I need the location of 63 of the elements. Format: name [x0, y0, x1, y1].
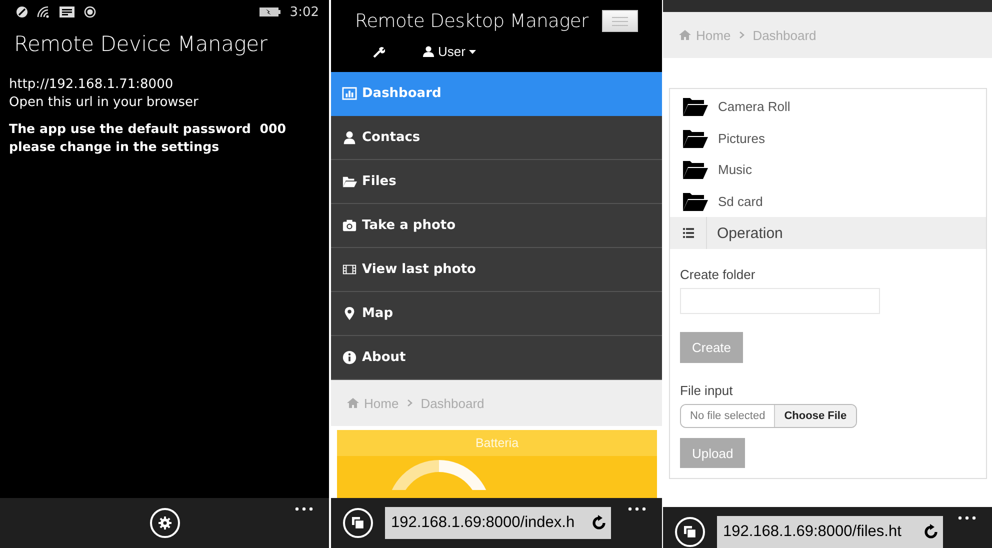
app-title: Remote Device Manager [14, 32, 268, 56]
folder-name-field[interactable] [680, 288, 880, 314]
site-title: Remote Desktop Manager [355, 10, 588, 32]
status-time: 3:02 [290, 4, 319, 20]
password-notice: The app use the default password 000 please change in the settings [9, 120, 287, 156]
list-icon [682, 228, 694, 238]
more-icon[interactable] [958, 516, 976, 520]
map-pin-icon [342, 306, 357, 321]
nav-item[interactable]: Map [331, 292, 662, 336]
more-icon[interactable] [628, 507, 646, 511]
card-title: Batteria [337, 430, 657, 456]
folder-icon [682, 96, 708, 118]
battery-icon [258, 6, 281, 18]
folder-icon [682, 159, 708, 180]
chevron-icon [406, 399, 413, 407]
gear-icon [158, 516, 172, 530]
folder-item[interactable]: Pictures [682, 122, 986, 154]
tabs-button[interactable] [675, 517, 705, 547]
section-title: Operation [716, 224, 783, 244]
sync-icon [16, 6, 28, 18]
tabs-icon [351, 516, 365, 530]
tabs-button[interactable] [343, 508, 373, 538]
choose-file-button[interactable]: Choose File [774, 405, 856, 427]
user-menu-button[interactable]: User [423, 44, 476, 59]
folder-icon [682, 190, 708, 212]
refresh-icon[interactable] [923, 524, 939, 540]
folder-item[interactable]: Camera Roll [682, 91, 986, 122]
breadcrumb-item: Dashboard [420, 396, 484, 410]
wifi-icon [37, 6, 50, 18]
field-label: File input [680, 383, 733, 398]
chart-icon [342, 86, 357, 101]
home-icon [347, 398, 359, 408]
nav-item[interactable]: Files [331, 160, 662, 204]
nav-item[interactable]: Take a photo [331, 204, 662, 248]
message-icon [59, 6, 75, 18]
folder-item[interactable]: Music [682, 154, 986, 186]
file-field[interactable]: No file selected Choose File [680, 404, 857, 428]
server-url: http://192.168.1.71:8000 [9, 76, 174, 94]
address-field[interactable]: 192.168.1.69:8000/files.ht [717, 516, 943, 548]
settings-button[interactable] [150, 508, 180, 538]
breadcrumb-item: Dashboard [752, 28, 816, 42]
chevron-icon [738, 31, 745, 39]
nav-item[interactable]: Contacs [331, 116, 662, 160]
folder-icon [342, 174, 357, 189]
nav-item[interactable]: About [331, 336, 662, 380]
tabs-icon [683, 525, 697, 539]
address-field[interactable]: 192.168.1.69:8000/index.h [385, 507, 611, 539]
nav-item[interactable]: View last photo [331, 248, 662, 292]
info-icon [342, 350, 357, 365]
field-label: Create folder [680, 267, 756, 282]
refresh-icon[interactable] [591, 515, 607, 531]
camera-icon [342, 218, 357, 233]
user-icon [423, 46, 434, 57]
user-icon [342, 130, 357, 145]
more-icon[interactable] [295, 507, 313, 511]
folder-item[interactable]: Sd card [682, 186, 986, 217]
film-icon [342, 262, 357, 277]
wrench-icon[interactable] [373, 46, 385, 58]
home-icon [679, 30, 691, 40]
caret-icon [469, 50, 476, 54]
record-icon [84, 6, 96, 18]
instruction-text: Open this url in your browser [9, 94, 200, 112]
folder-icon [682, 128, 708, 149]
